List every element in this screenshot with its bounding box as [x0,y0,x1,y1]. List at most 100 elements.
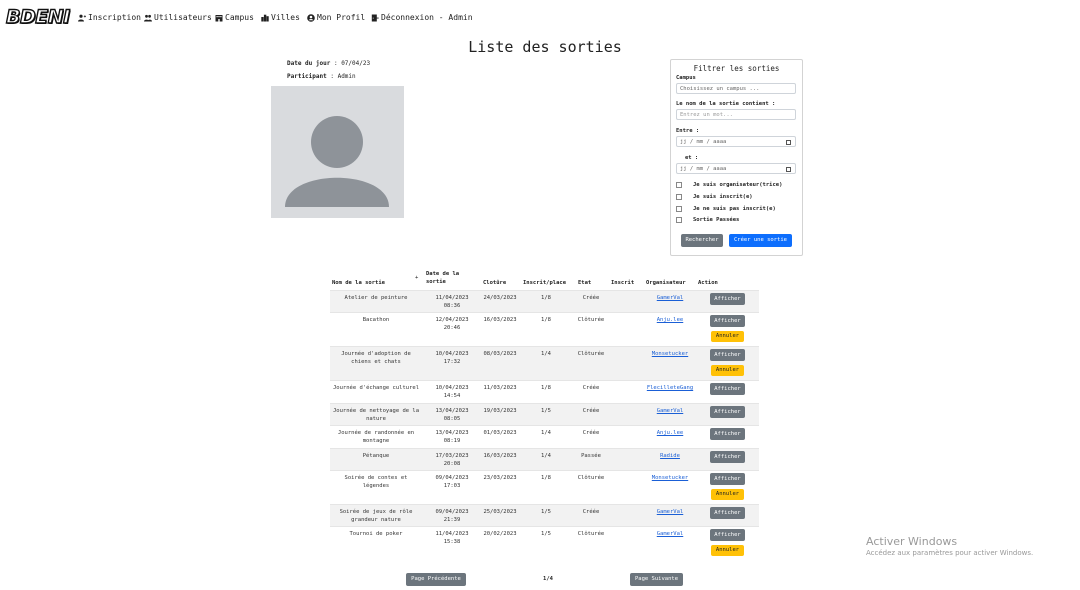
nav-villes[interactable]: Villes [261,13,300,22]
search-button[interactable]: Rechercher [681,234,723,247]
sortie-date: 14:54 [443,393,461,399]
annuler-button[interactable]: Annuler [711,489,744,500]
checkbox-label: Sortie Passées [693,217,740,223]
afficher-button[interactable]: Afficher [710,315,745,327]
afficher-button[interactable]: Afficher [710,507,745,519]
organizer-link[interactable]: Monsetucker [640,474,700,482]
nav-label: Villes [271,13,300,22]
header-date-line2[interactable]: sortie [426,278,446,286]
afficher-button[interactable]: Afficher [710,383,745,395]
previous-page-button[interactable]: Page Précédente [406,573,466,586]
nav-deconnexion[interactable]: Déconnexion - Admin [371,13,473,22]
nav-campus[interactable]: Campus [215,13,254,22]
afficher-button[interactable]: Afficher [710,451,745,463]
start-date-input[interactable]: jj / mm / aaaa [676,136,796,147]
organizer-link[interactable]: Radide [640,452,700,460]
sortie-date: 10/04/2023 [435,385,469,391]
sortie-date: 13/04/2023 [435,430,469,436]
organizer-link[interactable]: FlecilleteGang [640,384,700,392]
afficher-button[interactable]: Afficher [710,473,745,485]
sortie-state: Clôturée [577,317,605,323]
logo[interactable]: BDENI [5,5,71,28]
afficher-button[interactable]: Afficher [710,529,745,541]
end-date-input[interactable]: jj / mm / aaaa [676,163,796,174]
sortie-name: légendes [362,483,390,489]
annuler-button[interactable]: Annuler [711,545,744,556]
sortie-date: 08:36 [443,303,461,309]
closing-date: 23/03/2023 [483,475,517,481]
sortie-name: grandeur nature [351,517,401,523]
date-info: Date du jour : 07/04/23 [287,60,370,67]
date-value: : 07/04/23 [330,60,371,67]
header-name[interactable]: Nom de la sortie [332,279,385,287]
sortie-name: chiens et chats [351,359,401,365]
afficher-button[interactable]: Afficher [710,406,745,418]
users-icon [144,14,152,21]
sortie-name: Soirée de contes et [344,475,408,481]
nav-mon-profil[interactable]: Mon Profil [307,13,365,22]
checkbox[interactable] [676,217,682,223]
sortie-date: 08:19 [443,438,461,444]
campus-label: Campus [676,75,696,81]
sortie-state: Créée [582,408,600,414]
sortie-date: 13/04/2023 [435,408,469,414]
header-registered[interactable]: Inscrit/place [523,279,566,287]
campus-select[interactable]: Choisissez un campus ... [676,83,796,94]
checkbox-label: Je suis organisateur(trice) [693,182,783,188]
checkbox[interactable] [676,206,682,212]
between-label: Entre : [676,128,700,134]
table-row: Pétanque 17/03/2023 20:08 16/03/2023 1/4 Pass… [330,448,759,471]
checkbox-sortie-passees[interactable]: Sortie Passées [676,217,739,223]
sortie-state: Clôturée [577,475,605,481]
registered-places: 1/5 [541,531,551,537]
checkbox-inscrit[interactable]: Je suis inscrit(e) [676,194,753,200]
header-action[interactable]: Action [698,279,718,287]
checkbox-organisateur[interactable]: Je suis organisateur(trice) [676,182,782,188]
sortie-name: Soirée de jeux de rôle [339,509,413,515]
organizer-link[interactable]: Anju.lee [640,429,700,437]
organizer-link[interactable]: GamerVal [640,508,700,516]
organizer-link[interactable]: GamerVal [640,530,700,538]
sortie-state: Créée [582,295,600,301]
organizer-link[interactable]: GamerVal [640,294,700,302]
closing-date: 08/03/2023 [483,351,517,357]
annuler-button[interactable]: Annuler [711,331,744,342]
checkbox-pas-inscrit[interactable]: Je ne suis pas inscrit(e) [676,206,776,212]
sortie-state: Créée [582,509,600,515]
registered-places: 1/4 [541,453,551,459]
sortie-date: 09/04/2023 [435,509,469,515]
header-enrolled[interactable]: Inscrit [611,279,634,287]
create-sortie-button[interactable]: Créer une sortie [729,234,792,247]
organizer-link[interactable]: Monsetucker [640,350,700,358]
checkbox[interactable] [676,194,682,200]
registered-places: 1/5 [541,408,551,414]
calendar-icon[interactable] [786,140,791,145]
nav-inscription[interactable]: Inscription [78,13,141,22]
annuler-button[interactable]: Annuler [711,365,744,376]
header-date-line1[interactable]: Date de la [426,270,459,278]
afficher-button[interactable]: Afficher [710,428,745,440]
checkbox[interactable] [676,182,682,188]
name-search-input[interactable]: Entrez un mot... [676,109,796,120]
nav-utilisateurs[interactable]: Utilisateurs [144,13,212,22]
organizer-link[interactable]: Anju.lee [640,316,700,324]
afficher-button[interactable]: Afficher [710,349,745,361]
afficher-button[interactable]: Afficher [710,293,745,305]
sortie-state: Clôturée [577,351,605,357]
sortie-date: 11/04/2023 [435,295,469,301]
table-row: Journée de nettoyage de la nature 13/04/20… [330,403,759,426]
organizer-link[interactable]: GamerVal [640,407,700,415]
sort-icon[interactable]: + [415,274,418,282]
calendar-icon[interactable] [786,167,791,172]
header-organizer[interactable]: Organisateur [646,279,686,287]
sortie-date: 20:46 [443,325,461,331]
next-page-button[interactable]: Page Suivante [630,573,683,586]
sortie-name: montagne [362,438,390,444]
table-row: Bacathon 12/04/2023 20:46 16/03/2023 1/8 Clôt… [330,312,759,347]
header-closing[interactable]: Clotûre [483,279,506,287]
date-placeholder: jj / mm / aaaa [680,166,727,172]
header-state[interactable]: Etat [578,279,591,287]
name-label: Le nom de la sortie contient : [676,101,776,107]
date-label: Date du jour [287,60,331,67]
sortie-name: Journée d'adoption de [341,351,411,357]
